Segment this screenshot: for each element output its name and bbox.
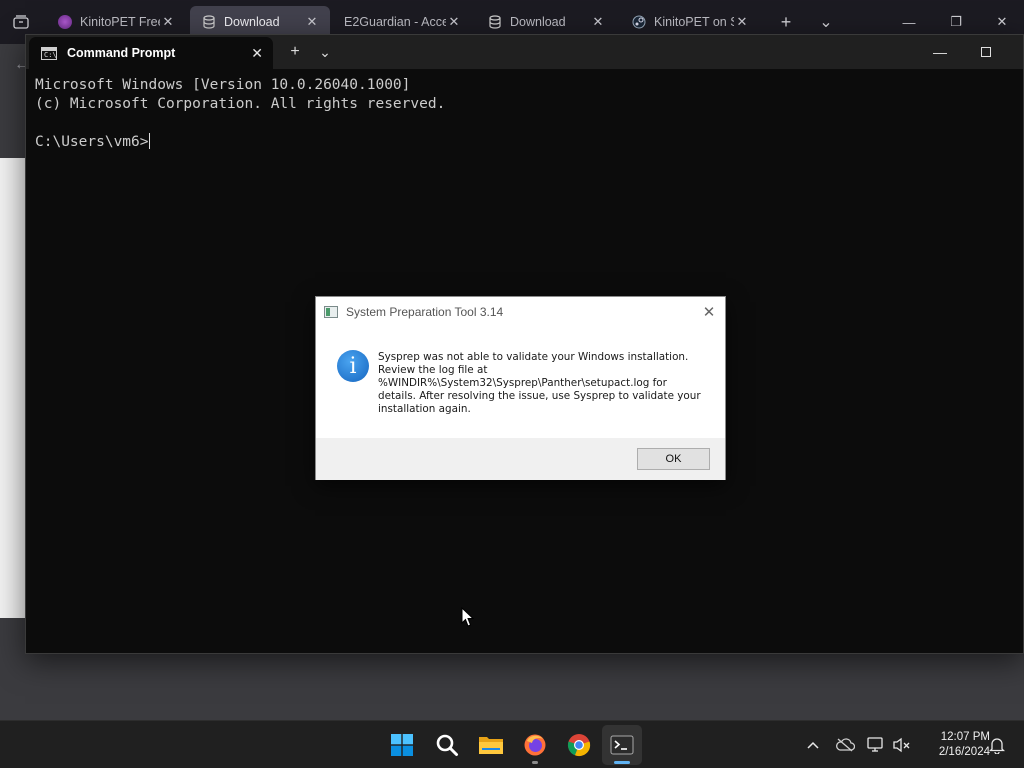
volume-muted-icon[interactable] [890, 733, 914, 757]
close-icon[interactable]: ✕ [160, 14, 176, 30]
terminal-output[interactable]: Microsoft Windows [Version 10.0.26040.10… [35, 76, 445, 152]
terminal-line: (c) Microsoft Corporation. All rights re… [35, 96, 446, 112]
terminal-icon [610, 735, 634, 755]
browser-tab-title: Download [510, 15, 566, 29]
dialog-footer: OK [316, 438, 725, 480]
message-line: %WINDIR%\System32\Sysprep\Panther\setupa… [378, 377, 667, 389]
search-icon [436, 734, 458, 756]
browser-restore-button[interactable]: ❐ [942, 8, 970, 36]
dialog-titlebar[interactable]: System Preparation Tool 3.14 ✕ [316, 297, 725, 327]
taskbar-clock[interactable]: 12:07 PM 2/16/2024 [918, 730, 990, 760]
close-icon[interactable]: ✕ [734, 14, 750, 30]
clock-date: 2/16/2024 [938, 746, 990, 758]
onedrive-offline-icon[interactable] [833, 733, 857, 757]
maximize-button[interactable] [972, 41, 1000, 63]
close-icon[interactable]: ✕ [446, 14, 462, 30]
new-tab-button[interactable]: + [283, 40, 307, 64]
firefox-button[interactable] [515, 725, 555, 765]
network-icon[interactable] [864, 733, 888, 757]
info-icon: i [337, 350, 369, 382]
message-line: installation again. [378, 403, 471, 415]
browser-list-tabs-button[interactable]: ⌄ [812, 8, 840, 36]
browser-close-button[interactable]: ✕ [988, 8, 1016, 36]
terminal-prompt-line: C:\Users\vm6> [35, 133, 445, 152]
terminal-tab-title: Command Prompt [67, 46, 176, 60]
chrome-icon [567, 734, 591, 757]
firefox-icon [524, 734, 546, 756]
kinito-icon [58, 15, 72, 29]
steam-icon [632, 15, 646, 29]
notifications-bell-icon[interactable] [985, 733, 1009, 757]
file-explorer-icon [479, 737, 503, 754]
database-icon [202, 15, 216, 29]
sysprep-icon [324, 306, 338, 318]
maximize-icon [981, 47, 991, 57]
taskbar: 12:07 PM 2/16/2024 [0, 720, 1024, 768]
dialog-close-button[interactable]: ✕ [699, 302, 719, 322]
terminal-taskbar-button[interactable] [602, 725, 642, 765]
close-icon[interactable]: ✕ [251, 45, 263, 62]
active-indicator [614, 761, 630, 764]
sysprep-dialog: System Preparation Tool 3.14 ✕ i Sysprep… [315, 296, 726, 480]
browser-tab-title: Download [224, 15, 280, 29]
start-icon [391, 734, 413, 756]
tab-dropdown-button[interactable]: ⌄ [313, 40, 337, 64]
close-icon[interactable]: ✕ [590, 14, 606, 30]
show-hidden-icons-chevron-icon[interactable] [801, 733, 825, 757]
dialog-title: System Preparation Tool 3.14 [346, 305, 504, 319]
message-line: Review the log file at [378, 364, 488, 376]
terminal-prompt: C:\Users\vm6> [35, 134, 149, 150]
tab-command-prompt[interactable]: C:\ Command Prompt ✕ [29, 37, 273, 69]
text-cursor [148, 133, 150, 149]
file-explorer-button[interactable] [471, 725, 511, 765]
running-indicator [532, 761, 538, 764]
browser-minimize-button[interactable]: — [895, 8, 923, 36]
browser-tab-title: E2Guardian - Access [344, 15, 446, 29]
browser-page-content [0, 158, 26, 618]
message-line: details. After resolving the issue, use … [378, 390, 701, 402]
dialog-message: Sysprep was not able to validate your Wi… [378, 351, 708, 416]
message-line: Sysprep was not able to validate your Wi… [378, 351, 689, 363]
minimize-button[interactable]: — [926, 41, 954, 63]
ok-button[interactable]: OK [637, 448, 710, 470]
clock-time: 12:07 PM [940, 731, 990, 743]
browser-tab-title: KinitoPET on Ste [654, 15, 734, 29]
chrome-button[interactable] [559, 725, 599, 765]
start-button[interactable] [382, 725, 422, 765]
database-icon [488, 15, 502, 29]
browser-tab-title: KinitoPET Free ( [80, 15, 160, 29]
browser-new-tab-button[interactable]: + [772, 8, 800, 36]
terminal-titlebar[interactable]: C:\ Command Prompt ✕ + ⌄ — [26, 35, 1023, 69]
command-prompt-icon: C:\ [41, 46, 57, 60]
search-button[interactable] [427, 725, 467, 765]
close-icon[interactable]: ✕ [304, 14, 320, 30]
terminal-line: Microsoft Windows [Version 10.0.26040.10… [35, 77, 411, 93]
mouse-pointer-icon [461, 607, 475, 627]
